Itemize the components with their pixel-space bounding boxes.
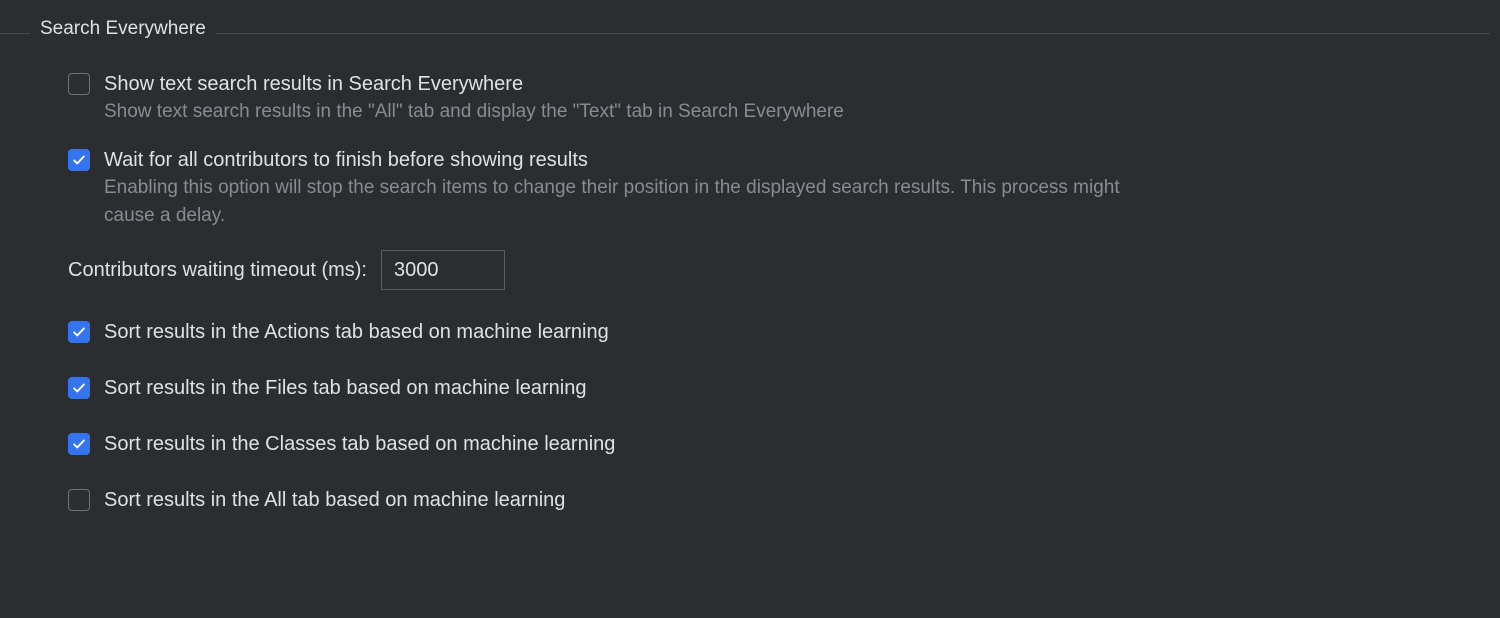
- sort-actions-checkbox[interactable]: [68, 321, 90, 343]
- sort-actions-label: Sort results in the Actions tab based on…: [104, 318, 609, 346]
- sort-files-checkbox[interactable]: [68, 377, 90, 399]
- wait-contributors-row: Wait for all contributors to finish befo…: [68, 146, 1480, 174]
- sort-all-label: Sort results in the All tab based on mac…: [104, 486, 565, 514]
- sort-files-label: Sort results in the Files tab based on m…: [104, 374, 587, 402]
- section-border: [0, 33, 1490, 34]
- show-text-search-label: Show text search results in Search Every…: [104, 70, 523, 98]
- show-text-search-row: Show text search results in Search Every…: [68, 70, 1480, 98]
- wait-contributors-checkbox[interactable]: [68, 149, 90, 171]
- section-title: Search Everywhere: [30, 18, 216, 40]
- check-icon: [72, 381, 86, 395]
- timeout-input[interactable]: [381, 250, 505, 290]
- check-icon: [72, 325, 86, 339]
- sort-classes-checkbox[interactable]: [68, 433, 90, 455]
- wait-contributors-label: Wait for all contributors to finish befo…: [104, 146, 588, 174]
- sort-classes-row: Sort results in the Classes tab based on…: [68, 430, 1480, 458]
- sort-all-row: Sort results in the All tab based on mac…: [68, 486, 1480, 514]
- timeout-label: Contributors waiting timeout (ms):: [68, 259, 367, 282]
- section-content: Show text search results in Search Every…: [20, 40, 1480, 514]
- search-everywhere-section: Search Everywhere Show text search resul…: [0, 18, 1500, 514]
- sort-files-row: Sort results in the Files tab based on m…: [68, 374, 1480, 402]
- wait-contributors-desc: Enabling this option will stop the searc…: [104, 174, 1164, 230]
- sort-all-checkbox[interactable]: [68, 489, 90, 511]
- check-icon: [72, 153, 86, 167]
- sort-actions-row: Sort results in the Actions tab based on…: [68, 318, 1480, 346]
- show-text-search-desc: Show text search results in the "All" ta…: [104, 98, 1164, 126]
- check-icon: [72, 437, 86, 451]
- sort-classes-label: Sort results in the Classes tab based on…: [104, 430, 615, 458]
- timeout-row: Contributors waiting timeout (ms):: [68, 250, 1480, 290]
- show-text-search-checkbox[interactable]: [68, 73, 90, 95]
